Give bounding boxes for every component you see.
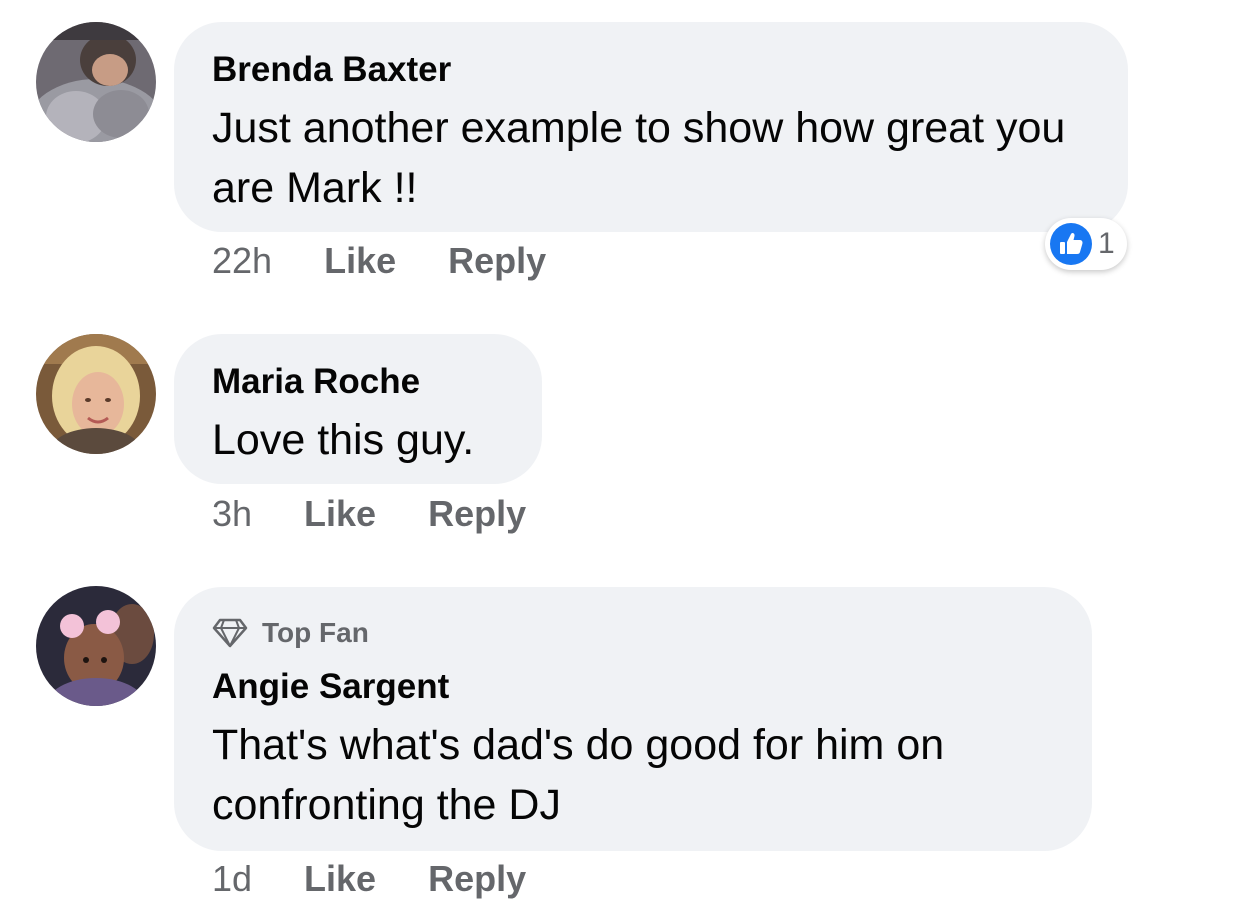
reaction-count: 1 <box>1098 227 1115 260</box>
reply-button[interactable]: Reply <box>448 240 546 282</box>
comment-bubble: Maria Roche Love this guy. <box>174 334 542 484</box>
reply-button[interactable]: Reply <box>428 493 526 535</box>
top-fan-badge: Top Fan <box>212 615 1054 651</box>
like-thumbs-up-icon <box>1050 223 1092 265</box>
comment-actions: 3h Like Reply <box>212 493 578 535</box>
avatar[interactable] <box>36 22 156 142</box>
diamond-icon <box>212 618 248 648</box>
avatar[interactable] <box>36 586 156 706</box>
comment-author[interactable]: Angie Sargent <box>212 665 1054 709</box>
comment-author[interactable]: Maria Roche <box>212 360 504 404</box>
like-button[interactable]: Like <box>304 493 376 535</box>
comment-author[interactable]: Brenda Baxter <box>212 48 1090 92</box>
like-button[interactable]: Like <box>304 858 376 900</box>
comment-text: Just another example to show how great y… <box>212 104 1066 212</box>
comment-text: That's what's dad's do good for him on c… <box>212 721 945 829</box>
like-button[interactable]: Like <box>324 240 396 282</box>
comment-timestamp[interactable]: 3h <box>212 493 252 535</box>
comment-timestamp[interactable]: 22h <box>212 240 272 282</box>
badge-label: Top Fan <box>262 617 369 648</box>
comment-actions: 22h Like Reply <box>212 240 598 282</box>
comment-timestamp[interactable]: 1d <box>212 858 252 900</box>
avatar[interactable] <box>36 334 156 454</box>
comment-text: Love this guy. <box>212 416 475 464</box>
comment-bubble: Top Fan Angie Sargent That's what's dad'… <box>174 587 1092 851</box>
reaction-summary[interactable]: 1 <box>1045 218 1127 270</box>
reply-button[interactable]: Reply <box>428 858 526 900</box>
comment-actions: 1d Like Reply <box>212 858 578 900</box>
comment-bubble: Brenda Baxter Just another example to sh… <box>174 22 1128 232</box>
